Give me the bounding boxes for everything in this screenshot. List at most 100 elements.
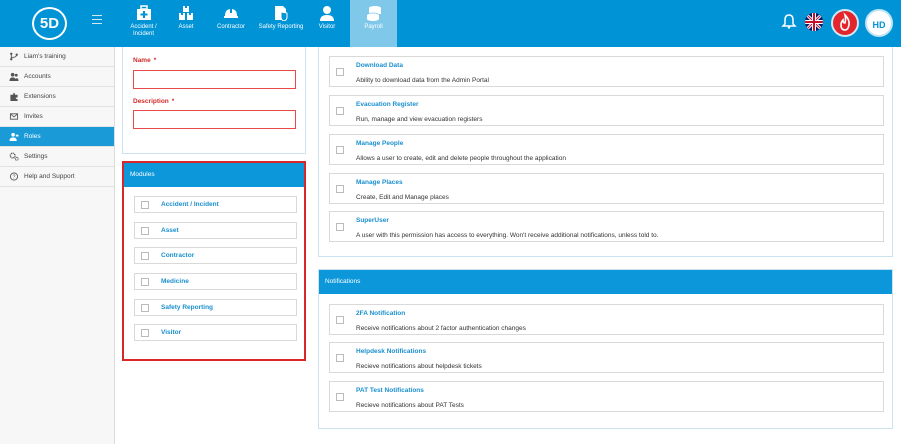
logo-area: 5D [0,0,115,47]
module-item-visitor[interactable]: Visitor [134,324,297,341]
nav-tab-label: Contractor [216,24,245,30]
module-checkbox[interactable] [141,251,149,260]
description-input[interactable] [133,110,296,129]
permission-title: Manage People [356,140,404,147]
topbar-actions: HD [773,9,893,37]
permission-title: Evacuation Register [356,101,419,108]
logo-text: 5D [39,15,60,32]
permission-checkbox[interactable] [336,223,344,231]
sidebar-item-label: Extensions [24,93,56,100]
role-details-form: Name * Description * [122,47,306,154]
modules-header: Modules [124,163,304,187]
bell-icon[interactable] [781,13,797,29]
user-avatar[interactable]: HD [865,9,893,37]
permission-checkbox[interactable] [336,185,344,193]
module-item-asset[interactable]: Asset [134,222,297,239]
module-label: Visitor [161,329,182,336]
permission-manage-people[interactable]: Manage People Allows a user to create, e… [329,134,884,165]
nav-tab-asset[interactable]: Asset [166,0,206,47]
nav-tab-accident-incident[interactable]: Accident / Incident [122,0,165,47]
nav-tab-label: Visitor [318,24,336,30]
permission-superuser[interactable]: SuperUser A user with this permission ha… [329,211,884,242]
sidebar-item-roles[interactable]: Roles [0,127,114,147]
notification-description: Receive notifications about 2 factor aut… [356,325,526,332]
fire-alert-button[interactable] [831,9,859,37]
permission-title: SuperUser [356,217,389,224]
permission-description: Create, Edit and Manage places [356,194,449,201]
nav-tab-label: Safety Reporting [258,24,304,30]
question-icon: ? [9,172,19,181]
notification-2fa[interactable]: 2FA Notification Receive notifications a… [329,304,884,335]
nav-tab-label: Accident / Incident [130,24,157,37]
permission-title: Download Data [356,62,403,69]
shield-report-icon [275,6,288,21]
module-item-medicine[interactable]: Medicine [134,273,297,290]
sidebar-item-help-and-support[interactable]: ? Help and Support [0,167,114,187]
permission-description: Run, manage and view evacuation register… [356,116,483,123]
gears-icon [9,152,19,161]
notification-description: Recieve notifications about PAT Tests [356,402,464,409]
users-icon [9,72,19,81]
module-checkbox[interactable] [141,277,149,286]
module-label: Medicine [161,278,189,285]
notification-helpdesk[interactable]: Helpdesk Notifications Recieve notificat… [329,342,884,373]
module-item-accident-incident[interactable]: Accident / Incident [134,196,297,213]
sidebar-item-accounts[interactable]: Accounts [0,67,114,87]
permission-checkbox[interactable] [336,107,344,115]
sidebar-item-liams-training[interactable]: Liam's training [0,47,114,67]
sidebar: Liam's training Accounts Extensions Invi… [0,47,115,444]
notification-title: 2FA Notification [356,310,406,317]
nav-tab-label: Asset [178,24,194,30]
uk-flag-icon[interactable] [805,13,823,31]
app-logo[interactable]: 5D [32,7,67,40]
permission-description: Ability to download data from the Admin … [356,77,489,84]
sidebar-item-label: Roles [24,133,41,140]
hard-hat-icon [224,8,238,18]
nav-tab-visitor[interactable]: Visitor [307,0,347,47]
flame-icon [840,12,850,31]
modules-panel: Modules Accident / Incident Asset Contra… [122,161,306,361]
sidebar-item-label: Liam's training [24,53,66,60]
module-label: Asset [161,227,179,234]
sidebar-item-label: Accounts [24,73,51,80]
module-checkbox[interactable] [141,200,149,209]
permission-manage-places[interactable]: Manage Places Create, Edit and Manage pl… [329,173,884,204]
nav-tab-label: Payroll [364,24,383,30]
module-label: Safety Reporting [161,304,214,311]
menu-toggle-icon[interactable] [92,15,102,24]
module-label: Contractor [161,252,195,259]
notification-title: PAT Test Notifications [356,387,424,394]
notification-title: Helpdesk Notifications [356,348,427,355]
module-item-contractor[interactable]: Contractor [134,247,297,264]
nav-tab-safety-reporting[interactable]: Safety Reporting [256,0,306,47]
branch-icon [10,52,18,61]
top-navigation-bar: 5D Accident / Incident Asset Contractor … [0,0,901,47]
coins-icon [366,6,381,21]
first-aid-kit-icon [136,5,151,20]
svg-text:?: ? [13,175,16,181]
module-checkbox[interactable] [141,328,149,337]
permission-evacuation-register[interactable]: Evacuation Register Run, manage and view… [329,95,884,126]
permission-checkbox[interactable] [336,68,344,76]
sidebar-item-settings[interactable]: Settings [0,147,114,167]
puzzle-icon [10,92,18,101]
module-item-safety-reporting[interactable]: Safety Reporting [134,299,297,316]
name-input[interactable] [133,70,296,89]
permission-download-data[interactable]: Download Data Ability to download data f… [329,56,884,87]
sidebar-item-extensions[interactable]: Extensions [0,87,114,107]
boxes-icon [179,6,193,20]
module-checkbox[interactable] [141,303,149,312]
nav-tab-contractor[interactable]: Contractor [208,0,254,47]
permissions-panel: Download Data Ability to download data f… [318,47,893,257]
notification-checkbox[interactable] [336,354,344,362]
notification-checkbox[interactable] [336,393,344,401]
module-checkbox[interactable] [141,226,149,235]
sidebar-item-invites[interactable]: Invites [0,107,114,127]
notification-checkbox[interactable] [336,316,344,324]
notifications-header: Notifications [319,270,892,294]
description-label: Description * [133,98,175,105]
permission-checkbox[interactable] [336,146,344,154]
notification-pat-test[interactable]: PAT Test Notifications Recieve notificat… [329,381,884,412]
nav-tab-payroll[interactable]: Payroll [350,0,397,47]
person-icon [320,6,334,21]
